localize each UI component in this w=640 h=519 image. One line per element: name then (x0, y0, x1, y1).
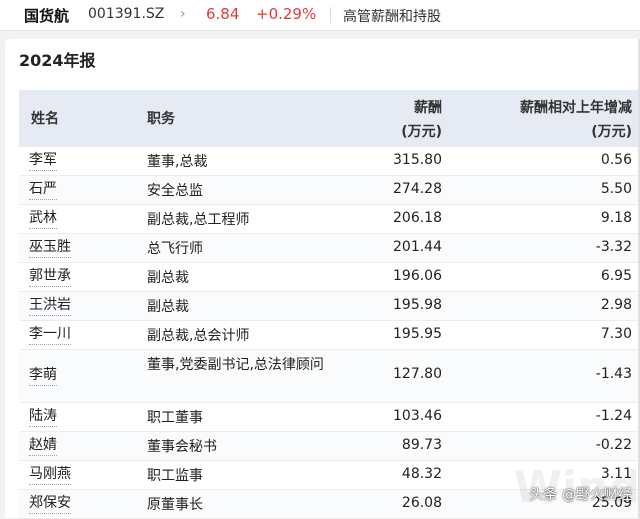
person-role: 副总裁 (147, 270, 189, 286)
table-row: 石严 安全总监 274.28 5.50 (19, 176, 640, 205)
pay-value: 195.98 (393, 297, 442, 313)
pay-value: 315.80 (393, 152, 442, 168)
pay-delta-value: -0.22 (595, 437, 632, 453)
person-name[interactable]: 陆涛 (29, 408, 57, 427)
pay-delta-value: 9.18 (600, 210, 632, 226)
table-row: 郭世承 副总裁 196.06 6.95 (19, 263, 640, 292)
pay-value: 201.44 (393, 239, 442, 255)
header-role: 职务 (147, 111, 175, 127)
pay-value: 206.18 (393, 210, 442, 226)
person-name[interactable]: 赵婧 (29, 437, 57, 456)
pay-delta-value: 6.95 (600, 268, 632, 284)
header-delta[interactable]: 薪酬相对上年增减 (万元) (520, 96, 632, 144)
stock-code: 001391.SZ (88, 6, 165, 22)
stock-change: +0.29% (256, 5, 317, 23)
table-row: 李一川 副总裁,总会计师 195.95 7.30 (19, 321, 640, 350)
table-row: 巫玉胜 总飞行师 201.44 -3.32 (19, 234, 640, 263)
person-role: 职工监事 (147, 468, 203, 484)
table-row: 武林 副总裁,总工程师 206.18 9.18 (19, 205, 640, 234)
pay-value: 89.73 (401, 437, 442, 453)
watermark-text: 头条 @野火财经 (529, 487, 632, 503)
compensation-table: 姓名 职务 薪酬 (万元) 薪酬相对上年增减 (万元) 李军 董事,总裁 315.80 0… (19, 90, 640, 519)
person-name[interactable]: 李萌 (29, 367, 57, 386)
person-role: 副总裁,总工程师 (147, 212, 250, 228)
pay-value: 195.95 (393, 326, 442, 342)
pay-value: 196.06 (393, 268, 442, 284)
person-name[interactable]: 李军 (29, 152, 57, 171)
pay-delta-value: 0.56 (600, 152, 632, 168)
pay-value: 274.28 (393, 181, 442, 197)
person-name[interactable]: 郭世承 (29, 268, 71, 287)
person-name[interactable]: 石严 (29, 181, 57, 200)
pay-value: 26.08 (401, 495, 442, 511)
stock-name[interactable]: 国货航 (24, 5, 69, 26)
person-role: 副总裁,总会计师 (147, 328, 250, 344)
person-role: 安全总监 (147, 183, 203, 199)
pay-delta-value: -1.24 (595, 408, 632, 424)
person-role: 总飞行师 (147, 241, 203, 257)
table-header: 姓名 职务 薪酬 (万元) 薪酬相对上年增减 (万元) (19, 90, 640, 147)
chevron-right-icon[interactable]: › (180, 6, 186, 22)
pay-value: 127.80 (393, 366, 442, 382)
stock-price: 6.84 (206, 5, 240, 23)
person-name[interactable]: 马刚燕 (29, 466, 71, 485)
table-row: 李军 董事,总裁 315.80 0.56 (19, 147, 640, 176)
report-title: 2024年报 (19, 51, 96, 70)
person-name[interactable]: 郑保安 (29, 495, 71, 514)
table-row: 王洪岩 副总裁 195.98 2.98 (19, 292, 640, 321)
person-role: 职工董事 (147, 410, 203, 426)
person-role: 董事会秘书 (147, 439, 217, 455)
header-divider (330, 7, 331, 23)
person-role: 董事,总裁 (147, 154, 208, 170)
table-row: 陆涛 职工董事 103.46 -1.24 (19, 403, 640, 432)
header-name[interactable]: 姓名 (31, 108, 59, 128)
person-name[interactable]: 李一川 (29, 326, 71, 345)
person-name[interactable]: 武林 (29, 210, 57, 229)
report-panel: 2024年报 姓名 职务 薪酬 (万元) 薪酬相对上年增减 (万元) 李军 董事,总裁… (5, 39, 640, 519)
person-name[interactable]: 巫玉胜 (29, 239, 71, 258)
person-role: 董事,党委副书记,总法律顾问 (147, 357, 324, 373)
pay-delta-value: -3.32 (595, 239, 632, 255)
pay-value: 103.46 (393, 408, 442, 424)
pay-delta-value: 5.50 (600, 181, 632, 197)
header-pay[interactable]: 薪酬 (万元) (401, 96, 442, 144)
table-row: 李萌 董事,党委副书记,总法律顾问 127.80 -1.43 (19, 350, 640, 403)
pay-value: 48.32 (401, 466, 442, 482)
pay-delta-value: -1.43 (595, 366, 632, 382)
table-row: 赵婧 董事会秘书 89.73 -0.22 (19, 432, 640, 461)
pay-delta-value: 2.98 (600, 297, 632, 313)
person-role: 原董事长 (147, 497, 203, 513)
pay-delta-value: 7.30 (600, 326, 632, 342)
person-name[interactable]: 王洪岩 (29, 297, 71, 316)
section-title: 高管薪酬和持股 (343, 9, 441, 25)
top-bar: 国货航 001391.SZ › 6.84 +0.29% 高管薪酬和持股 (0, 0, 640, 31)
person-role: 副总裁 (147, 299, 189, 315)
